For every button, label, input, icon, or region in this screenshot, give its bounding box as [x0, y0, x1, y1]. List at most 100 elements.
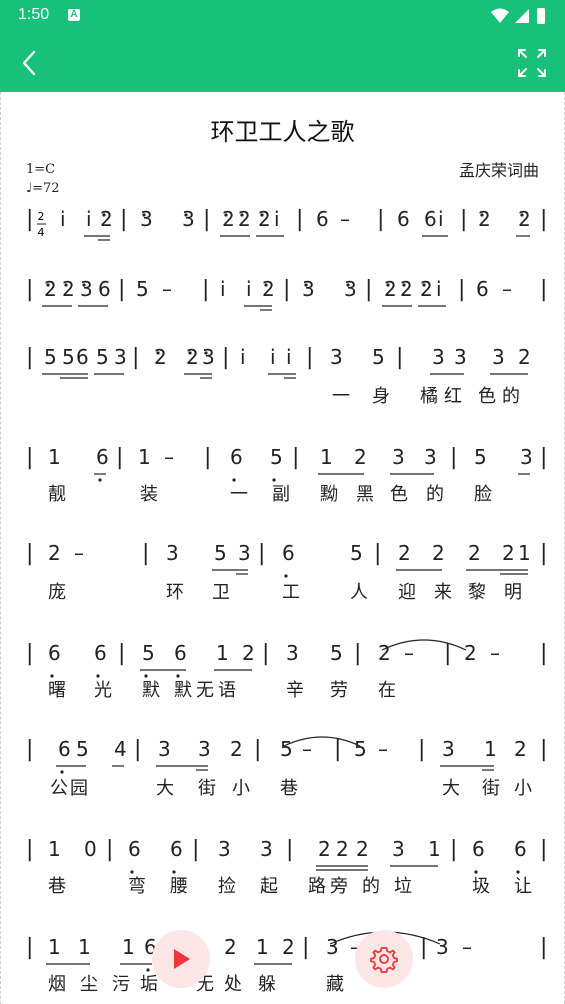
note: 6: [316, 207, 329, 231]
note: 1: [256, 935, 269, 959]
barline: |: [334, 737, 341, 762]
lyric: 黝: [320, 484, 338, 505]
lyric: 色: [478, 386, 496, 407]
note: 1: [138, 445, 151, 469]
time-signature: 2 4: [37, 210, 46, 239]
lyric: 烟: [48, 974, 66, 995]
note: 2: [518, 345, 531, 369]
note: 2: [186, 345, 199, 369]
score-row: | 2 2 3 6 | 5– | i i 2 | 3 3 | 2 2 2 i | 6– |: [26, 277, 547, 302]
note: 2: [354, 445, 367, 469]
note: 3: [238, 541, 251, 565]
lyric: 迎: [398, 582, 416, 603]
lyric: 卫: [212, 582, 230, 603]
lyric: 旁: [330, 876, 348, 897]
lyric: 来: [434, 582, 452, 603]
barline: |: [204, 445, 211, 470]
note: i: [270, 345, 276, 369]
lyric: 街: [198, 778, 216, 799]
note: 3: [302, 277, 315, 301]
barline: |: [540, 935, 547, 960]
note: 3: [114, 345, 127, 369]
note: 6: [230, 445, 243, 469]
score-row: | 2– | 3 5 3 | 6 5 | 2 2 2 2 1 |庞环卫工人迎来黎明: [26, 541, 547, 603]
lyric: 装: [140, 484, 158, 505]
barline: |: [202, 277, 209, 302]
note: 3: [520, 445, 533, 469]
note: 5: [96, 345, 109, 369]
note: 3: [218, 837, 231, 861]
note: 6: [424, 207, 437, 231]
time-signature-bottom: 4: [38, 226, 45, 239]
barline: |: [26, 935, 33, 960]
note: 1: [78, 935, 91, 959]
lyric: 街: [482, 778, 500, 799]
lyric: 起: [260, 876, 278, 897]
barline: |: [118, 641, 125, 666]
note: 2: [468, 541, 481, 565]
lyric: 光: [94, 680, 112, 701]
barline: |: [26, 277, 33, 302]
barline: |: [540, 445, 547, 470]
note: i: [240, 345, 246, 369]
score-rows: | i i 2 | 3 3 | 2 2 2 i | 6– | 6 6 i | 2 2 || 2 2 3 6 | 5– | i i 2 | 3 3 | 2…: [26, 207, 547, 995]
note: 5: [270, 445, 283, 469]
note: 2: [224, 935, 237, 959]
lyric: 一: [332, 386, 350, 407]
barline: |: [26, 207, 33, 232]
note: i: [86, 207, 92, 231]
lyric: 躲: [258, 974, 276, 995]
note: 5: [474, 445, 487, 469]
lyric: 黑: [356, 484, 374, 505]
lyric: 藏: [326, 974, 344, 995]
lyric: 大: [156, 778, 174, 799]
lyric: 园: [70, 778, 88, 799]
lyric: 污: [112, 974, 130, 995]
gear-icon: [370, 947, 398, 973]
note: 0: [84, 837, 97, 861]
lyric: 垃: [394, 876, 412, 897]
note: 2: [336, 837, 349, 861]
barline: |: [134, 737, 141, 762]
note: 5: [280, 737, 293, 761]
lyric: 工: [282, 582, 300, 603]
note: 2: [398, 541, 411, 565]
note: 6: [476, 277, 489, 301]
score-row: | 1 1 1 6 2 1 2 | 3– | 3– |烟尘污垢无处躲藏: [26, 935, 547, 995]
note: i: [438, 207, 444, 231]
lyric: 尘: [80, 974, 98, 995]
note: 5: [214, 541, 227, 565]
barline: |: [460, 207, 467, 232]
note: 5: [62, 345, 75, 369]
lyric: 身: [372, 386, 390, 407]
lyric: 默: [174, 680, 192, 701]
note: 3: [202, 345, 215, 369]
note: 1: [518, 541, 531, 565]
lyric: 语: [218, 680, 236, 701]
note: –: [378, 737, 388, 761]
note: 3: [442, 737, 455, 761]
lyric: 处: [224, 974, 242, 995]
lyric: 默: [142, 680, 160, 701]
lyric: 人: [350, 582, 368, 603]
time-signature-top: 2: [38, 210, 45, 223]
note: 4: [114, 737, 127, 761]
note: 2: [318, 837, 331, 861]
lyric: 在: [378, 680, 396, 701]
note: 2: [464, 641, 477, 665]
note: 2: [230, 737, 243, 761]
score-row: | 6 6 | 5 6 1 2 | 3 5 | 2– | 2– |曙光默默无语辛劳在: [26, 641, 547, 701]
note: 2: [238, 207, 251, 231]
note: 2: [44, 277, 57, 301]
barline: |: [365, 277, 372, 302]
barline: |: [418, 737, 425, 762]
settings-button[interactable]: [355, 930, 413, 988]
note: 3: [392, 445, 405, 469]
lyric: 副: [272, 484, 290, 505]
lyric: 公: [50, 778, 68, 799]
lyric: 的: [502, 386, 520, 407]
barline: |: [374, 541, 381, 566]
barline: |: [258, 541, 265, 566]
play-button[interactable]: [152, 930, 210, 988]
barline: |: [26, 445, 33, 470]
